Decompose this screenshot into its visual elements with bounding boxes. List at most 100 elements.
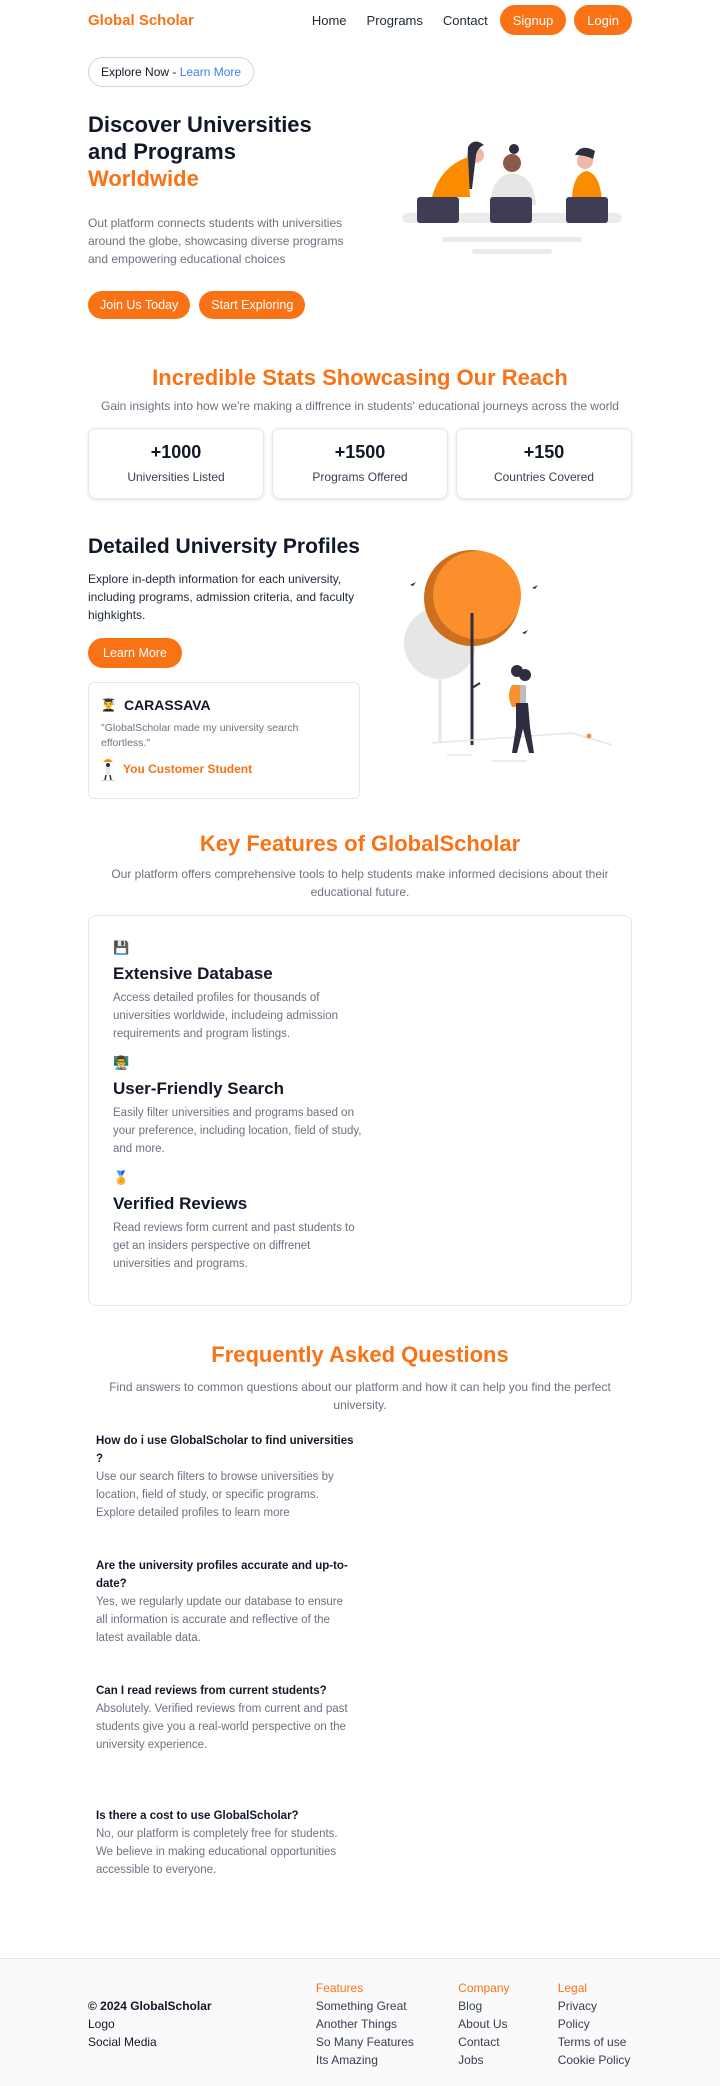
footer-link[interactable]: Its Amazing xyxy=(316,2051,458,2069)
footer-link[interactable]: Privacy Policy xyxy=(558,1997,632,2033)
faq-section: Frequently Asked Questions Find answers … xyxy=(88,1342,632,1932)
pill-learn-more-link[interactable]: Learn More xyxy=(180,65,241,79)
footer-heading: Legal xyxy=(557,1981,588,1995)
footer-link[interactable]: So Many Features xyxy=(316,2033,458,2051)
footer-link[interactable]: Cookie Policy xyxy=(558,2051,632,2069)
feature-title: Extensive Database xyxy=(113,964,273,983)
footer-column-legal: Legal Privacy Policy Terms of use Cookie… xyxy=(558,1979,632,2069)
stat-card-universities: +1000 Universities Listed xyxy=(88,428,264,499)
medal-icon: 🏅 xyxy=(113,1170,130,1185)
login-button[interactable]: Login xyxy=(574,5,632,35)
footer-link[interactable]: Something Great xyxy=(316,1997,458,2015)
footer-brand: © 2024 GlobalScholar Logo Social Media xyxy=(88,1979,316,2069)
footer-link[interactable]: Terms of use xyxy=(558,2033,632,2051)
testimonial-author-row: You Customer Student xyxy=(101,757,347,781)
nav-links: Home Programs Contact Signup Login xyxy=(292,5,632,35)
stats-section: Incredible Stats Showcasing Our Reach Ga… xyxy=(88,365,632,499)
profiles-content: Detailed University Profiles Explore in-… xyxy=(88,533,360,799)
faq-item: Is there a cost to use GlobalScholar? No… xyxy=(96,1807,368,1932)
feature-description: Easily filter universities and programs … xyxy=(113,1107,362,1155)
testimonial-name: CARASSAVA xyxy=(123,697,211,713)
stat-label: Countries Covered xyxy=(493,470,595,484)
brand-logo[interactable]: Global Scholar xyxy=(88,12,194,29)
start-exploring-button[interactable]: Start Exploring xyxy=(199,291,306,319)
hero-description: Out platform connects students with univ… xyxy=(88,216,344,266)
footer-copyright: © 2024 GlobalScholar xyxy=(88,1999,212,2013)
profiles-section: Detailed University Profiles Explore in-… xyxy=(88,533,632,799)
faq-answer: Yes, we regularly update our database to… xyxy=(96,1596,343,1644)
faq-subtitle: Find answers to common questions about o… xyxy=(109,1380,611,1412)
footer-link[interactable]: Blog xyxy=(458,1997,558,2015)
faq-title: Frequently Asked Questions xyxy=(211,1342,509,1367)
faq-answer: No, our platform is completely free for … xyxy=(96,1828,338,1876)
student-umbrella-icon xyxy=(101,759,115,781)
stat-value: +1000 xyxy=(150,442,202,462)
footer-column-company: Company Blog About Us Contact Jobs xyxy=(458,1979,558,2069)
faq-answer: Absolutely. Verified reviews from curren… xyxy=(96,1703,348,1751)
faq-grid: How do i use GlobalScholar to find unive… xyxy=(88,1432,632,1932)
footer-logo[interactable]: Logo xyxy=(88,2015,316,2033)
testimonial-card: 👨‍🎓 CARASSAVA "GlobalScholar made my uni… xyxy=(88,682,360,799)
hero-title: Discover Universities and Programs World… xyxy=(88,111,358,192)
stat-card-programs: +1500 Programs Offered xyxy=(272,428,448,499)
stat-value: +1500 xyxy=(334,442,386,462)
footer-link[interactable]: About Us xyxy=(458,2015,558,2033)
faq-item: Can I read reviews from current students… xyxy=(96,1682,368,1807)
stats-title: Incredible Stats Showcasing Our Reach xyxy=(152,365,568,390)
feature-extensive-database: 💾 Extensive Database Access detailed pro… xyxy=(113,940,369,1043)
features-section: Key Features of GlobalScholar Our platfo… xyxy=(88,831,632,1306)
hero-section: Discover Universities and Programs World… xyxy=(88,111,632,319)
nav-link-contact[interactable]: Contact xyxy=(443,13,488,28)
footer-link[interactable]: Jobs xyxy=(458,2051,558,2069)
stats-subtitle: Gain insights into how we're making a di… xyxy=(101,399,619,413)
hero-title-line2: and Programs xyxy=(88,139,236,164)
navbar: Global Scholar Home Programs Contact Sig… xyxy=(88,0,632,40)
testimonial-author: You Customer Student xyxy=(123,762,253,776)
footer-heading: Company xyxy=(458,1981,510,1995)
profiles-learn-more-button[interactable]: Learn More xyxy=(88,638,182,668)
join-us-button[interactable]: Join Us Today xyxy=(88,291,191,319)
testimonial-name-row: 👨‍🎓 CARASSAVA xyxy=(101,697,347,713)
features-subtitle: Our platform offers comprehensive tools … xyxy=(111,867,609,899)
footer-heading: Features xyxy=(315,1981,364,1995)
nav-link-home[interactable]: Home xyxy=(312,13,347,28)
faq-question: Are the university profiles accurate and… xyxy=(96,1560,348,1590)
floppy-disk-icon: 💾 xyxy=(113,940,130,955)
hero-content: Discover Universities and Programs World… xyxy=(88,111,358,319)
stats-row: +1000 Universities Listed +1500 Programs… xyxy=(88,428,632,499)
profiles-title: Detailed University Profiles xyxy=(88,535,360,558)
feature-description: Access detailed profiles for thousands o… xyxy=(113,992,338,1040)
testimonial-quote: "GlobalScholar made my university search… xyxy=(101,722,299,749)
features-title: Key Features of GlobalScholar xyxy=(199,831,521,856)
footer-link[interactable]: Another Things xyxy=(316,2015,458,2033)
pill-text: Explore Now - xyxy=(101,65,180,79)
teacher-icon: 👨‍🏫 xyxy=(113,1055,130,1070)
faq-question: Can I read reviews from current students… xyxy=(96,1685,327,1697)
feature-verified-reviews: 🏅 Verified Reviews Read reviews form cur… xyxy=(113,1170,369,1273)
footer-social-media[interactable]: Social Media xyxy=(88,2033,316,2051)
feature-title: Verified Reviews xyxy=(113,1194,248,1213)
hero-buttons: Join Us Today Start Exploring xyxy=(88,291,358,319)
stat-value: +150 xyxy=(523,442,565,462)
feature-user-friendly-search: 👨‍🏫 User-Friendly Search Easily filter u… xyxy=(113,1055,369,1158)
hero-title-highlight: Worldwide xyxy=(88,166,199,191)
nav-link-programs[interactable]: Programs xyxy=(367,13,423,28)
profiles-description: Explore in-depth information for each un… xyxy=(88,572,355,622)
faq-item: How do i use GlobalScholar to find unive… xyxy=(96,1432,368,1557)
student-walking-illustration xyxy=(404,550,613,762)
feature-description: Read reviews form current and past stude… xyxy=(113,1222,355,1270)
features-card: 💾 Extensive Database Access detailed pro… xyxy=(88,915,632,1306)
feature-title: User-Friendly Search xyxy=(113,1079,285,1098)
team-collaboration-illustration xyxy=(402,141,622,254)
graduate-icon: 👨‍🎓 xyxy=(101,698,116,712)
stat-card-countries: +150 Countries Covered xyxy=(456,428,632,499)
faq-question: Is there a cost to use GlobalScholar? xyxy=(96,1810,299,1822)
stat-label: Universities Listed xyxy=(127,470,225,484)
faq-item: Are the university profiles accurate and… xyxy=(96,1557,368,1682)
footer-link[interactable]: Contact xyxy=(458,2033,558,2051)
signup-button[interactable]: Signup xyxy=(499,5,567,35)
stat-label: Programs Offered xyxy=(312,470,408,484)
faq-answer: Use our search filters to browse univers… xyxy=(96,1471,334,1519)
announcement-pill: Explore Now - Learn More xyxy=(88,57,255,87)
footer-column-features: Features Something Great Another Things … xyxy=(316,1979,458,2069)
